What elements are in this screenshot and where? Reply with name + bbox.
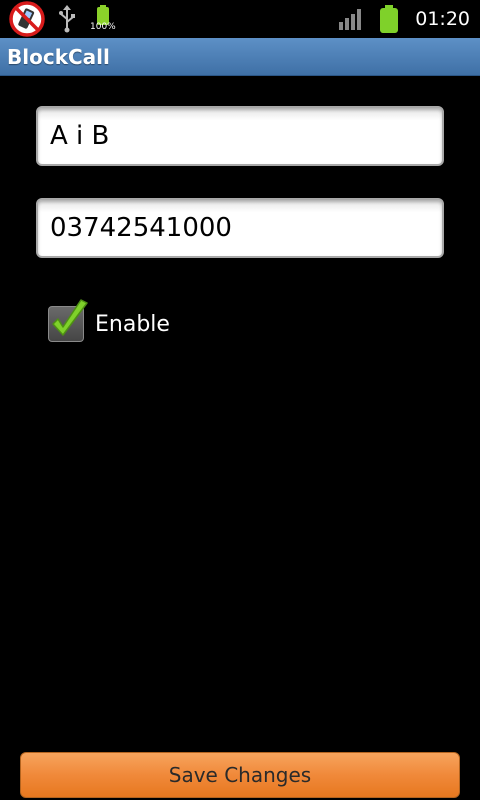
battery-percent-label: 100% [90,22,116,32]
signal-icon [339,8,365,34]
battery-icon [379,5,399,37]
name-input[interactable] [36,106,444,166]
status-bar: 100% 01:20 [0,0,480,38]
enable-label: Enable [95,311,170,337]
enable-checkbox-row[interactable]: Enable [48,299,170,346]
phone-number-input[interactable] [36,198,444,258]
no-calls-icon [8,1,46,41]
app-title: BlockCall [7,44,110,69]
check-icon [52,299,88,336]
status-clock: 01:20 [415,8,470,30]
title-bar: BlockCall [0,38,480,76]
usb-icon [56,5,78,37]
enable-checkbox[interactable] [48,299,88,342]
save-changes-button[interactable]: Save Changes [20,752,460,798]
